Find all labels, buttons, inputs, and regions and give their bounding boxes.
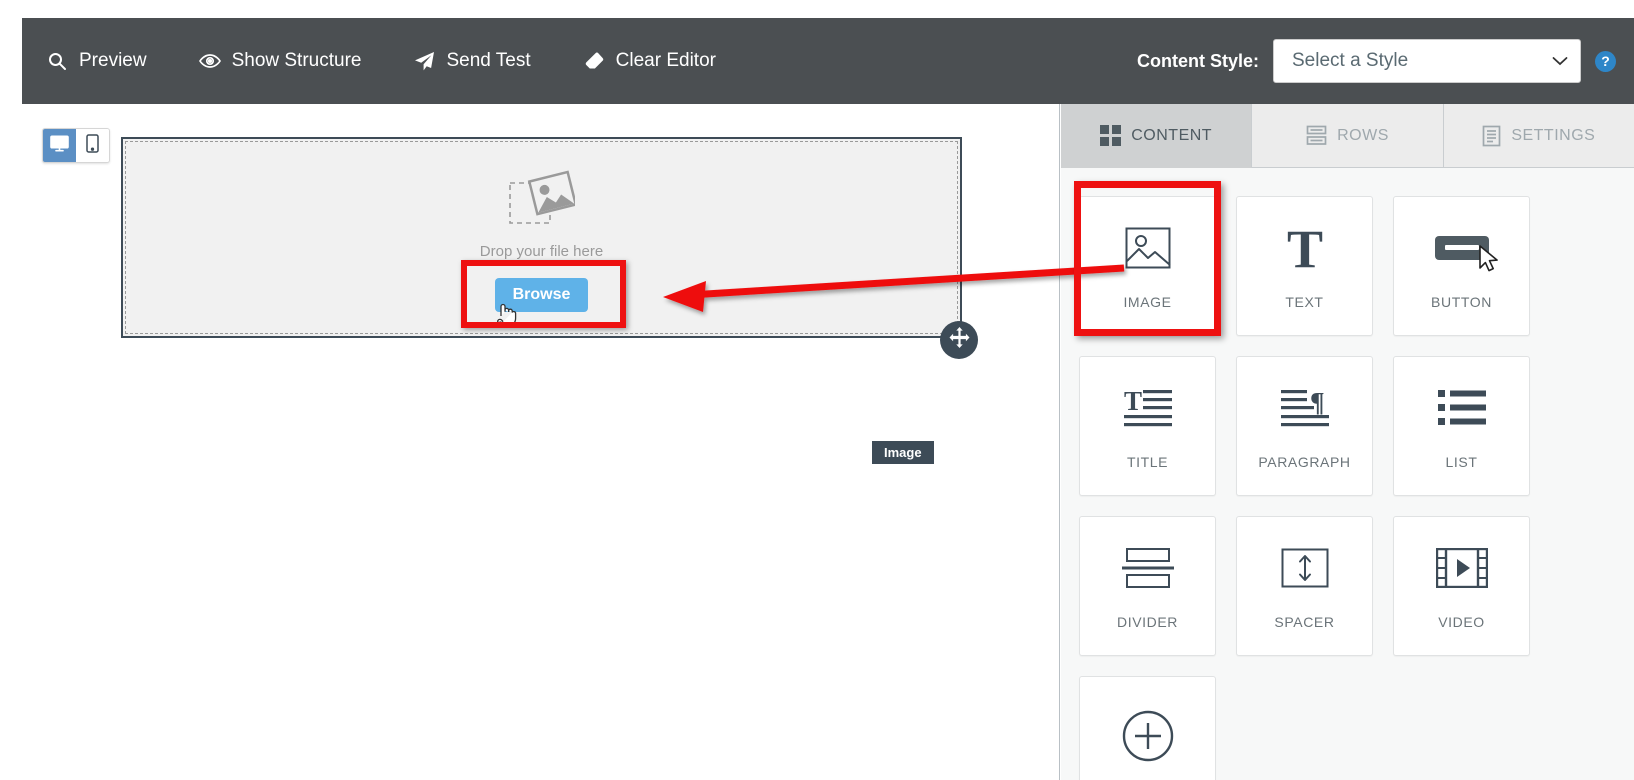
- mobile-view-button[interactable]: [76, 129, 109, 162]
- show-structure-button[interactable]: Show Structure: [198, 50, 362, 72]
- paper-plane-icon: [413, 50, 435, 72]
- tile-list[interactable]: LIST: [1393, 356, 1530, 496]
- tab-rows[interactable]: ROWS: [1252, 104, 1444, 168]
- eraser-icon: [583, 50, 605, 72]
- title-icon: T: [1122, 382, 1174, 434]
- preview-label: Preview: [79, 50, 147, 71]
- document-icon: [1482, 125, 1501, 147]
- content-tile-grid: IMAGE T TEXT BUTTON T TITLE ¶ PARAGRAPH …: [1061, 168, 1634, 780]
- move-block-handle[interactable]: [940, 321, 978, 359]
- desktop-icon: [50, 134, 69, 157]
- show-structure-label: Show Structure: [231, 50, 362, 71]
- divider-icon: [1121, 542, 1174, 594]
- tile-add-custom[interactable]: [1079, 676, 1216, 780]
- tile-button[interactable]: BUTTON: [1393, 196, 1530, 336]
- content-style-select[interactable]: Select a Style: [1273, 39, 1581, 83]
- move-icon: [949, 327, 970, 353]
- paragraph-icon: ¶: [1279, 382, 1331, 434]
- video-icon: [1435, 542, 1488, 594]
- content-style-group: Content Style: Select a Style ?: [1137, 18, 1616, 104]
- tile-image[interactable]: IMAGE: [1079, 196, 1216, 336]
- tile-paragraph-label: PARAGRAPH: [1258, 454, 1351, 470]
- list-icon: [1437, 382, 1486, 434]
- tile-video-label: VIDEO: [1438, 614, 1485, 630]
- desktop-view-button[interactable]: [43, 129, 76, 162]
- image-placeholder-icon: [508, 169, 577, 230]
- tab-content[interactable]: CONTENT: [1061, 104, 1253, 168]
- help-glyph: ?: [1601, 53, 1610, 69]
- image-icon: [1125, 222, 1171, 274]
- app-root: Preview Show Structure Send Test Clear E…: [0, 0, 1634, 780]
- help-icon[interactable]: ?: [1595, 50, 1616, 72]
- spacer-icon: [1281, 542, 1329, 594]
- content-style-label: Content Style:: [1136, 50, 1259, 71]
- right-panel: CONTENT ROWS SETTINGS IMAGE T TEXT BUTTO…: [1061, 104, 1634, 780]
- content-style-value: Select a Style: [1292, 50, 1409, 71]
- editor-canvas: Drop your file here Browse Image: [0, 104, 1060, 780]
- mobile-icon: [86, 133, 99, 158]
- tile-image-label: IMAGE: [1123, 294, 1172, 310]
- block-type-badge: Image: [872, 441, 934, 464]
- rows-icon: [1306, 125, 1327, 146]
- tile-divider[interactable]: DIVIDER: [1079, 516, 1216, 656]
- tile-video[interactable]: VIDEO: [1393, 516, 1530, 656]
- plus-circle-icon: [1122, 710, 1174, 762]
- svg-text:T: T: [1286, 224, 1322, 272]
- send-test-button[interactable]: Send Test: [413, 50, 531, 72]
- clear-editor-label: Clear Editor: [615, 50, 716, 71]
- preview-button[interactable]: Preview: [46, 50, 147, 72]
- svg-text:T: T: [1124, 386, 1142, 416]
- tile-text[interactable]: T TEXT: [1236, 196, 1373, 336]
- text-t-icon: T: [1282, 222, 1328, 274]
- tab-settings-label: SETTINGS: [1511, 126, 1596, 144]
- send-test-label: Send Test: [446, 50, 531, 71]
- tab-content-label: CONTENT: [1131, 126, 1213, 144]
- panel-tab-bar: CONTENT ROWS SETTINGS: [1061, 104, 1634, 168]
- tile-paragraph[interactable]: ¶ PARAGRAPH: [1236, 356, 1373, 496]
- search-icon: [46, 50, 68, 72]
- eye-icon: [198, 50, 221, 72]
- device-toggle-group: [42, 128, 110, 163]
- toolbar-actions: Preview Show Structure Send Test Clear E…: [22, 50, 716, 72]
- drop-file-text: Drop your file here: [479, 243, 604, 260]
- tab-settings[interactable]: SETTINGS: [1443, 104, 1634, 168]
- tile-title[interactable]: T TITLE: [1079, 356, 1216, 496]
- tile-text-label: TEXT: [1285, 294, 1324, 310]
- grid-icon: [1100, 125, 1122, 146]
- highlight-browse-button: [461, 260, 626, 328]
- tile-button-label: BUTTON: [1431, 294, 1492, 310]
- tile-title-label: TITLE: [1126, 454, 1169, 470]
- top-toolbar: Preview Show Structure Send Test Clear E…: [22, 18, 1634, 104]
- chevron-down-icon: [1552, 53, 1568, 70]
- arrow-cursor-icon: [1478, 245, 1500, 278]
- tab-rows-label: ROWS: [1337, 126, 1389, 144]
- tile-list-label: LIST: [1445, 454, 1478, 470]
- clear-editor-button[interactable]: Clear Editor: [583, 50, 716, 72]
- tile-divider-label: DIVIDER: [1117, 614, 1178, 630]
- svg-text:¶: ¶: [1310, 387, 1325, 417]
- tile-spacer-label: SPACER: [1274, 614, 1335, 630]
- tile-spacer[interactable]: SPACER: [1236, 516, 1373, 656]
